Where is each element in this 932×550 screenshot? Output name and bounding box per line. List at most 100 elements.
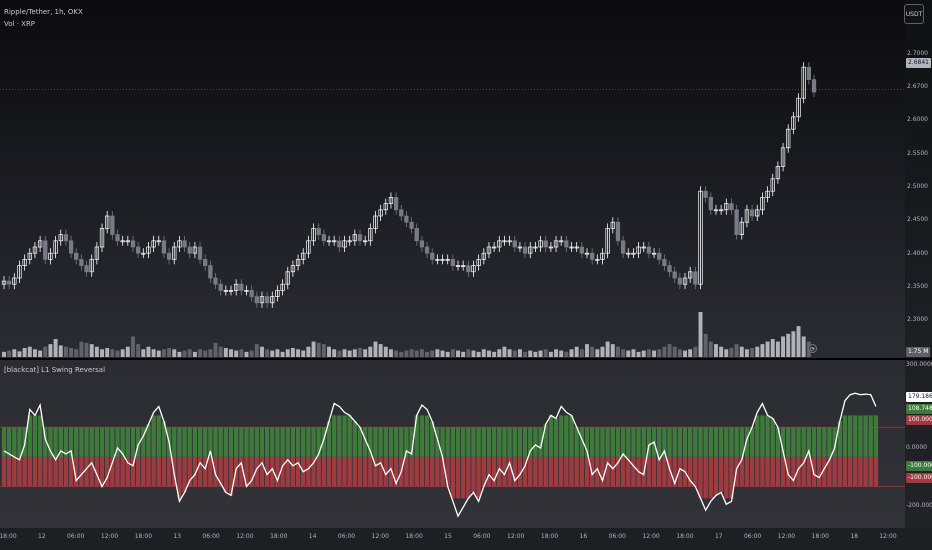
histogram-negative-bar	[332, 456, 337, 487]
candle-body	[419, 240, 425, 248]
volume-bar	[610, 344, 615, 357]
histogram-value-tag: 108.7487	[906, 404, 932, 414]
histogram-positive-bar	[32, 415, 38, 457]
histogram-negative-bar	[368, 456, 373, 487]
histogram-negative-bar	[347, 456, 352, 487]
chart-canvas[interactable]	[0, 0, 932, 550]
histogram-negative-bar	[837, 456, 842, 487]
histogram-negative-bar	[37, 456, 43, 487]
histogram-negative-bar	[259, 456, 265, 487]
volume-bar	[801, 336, 806, 357]
histogram-positive-bar	[455, 427, 461, 457]
candle-body	[264, 296, 270, 304]
indicator-legend[interactable]: [blackcat] L1 Swing Reversal	[4, 366, 105, 374]
histogram-positive-bar	[130, 427, 136, 457]
histogram-positive-bar	[187, 427, 192, 457]
lower-level-tag: -100.0000	[906, 473, 932, 483]
candle-body	[646, 246, 652, 254]
volume-bar	[84, 342, 89, 357]
histogram-negative-bar	[569, 456, 574, 487]
candle-body	[208, 265, 213, 279]
symbol-title[interactable]: Ripple/Tether, 1h, OKX	[4, 8, 83, 16]
histogram-negative-bar	[424, 456, 430, 487]
histogram-positive-bar	[801, 427, 806, 457]
volume-bar	[368, 346, 373, 357]
volume-bar	[22, 348, 27, 357]
reset-scale-icon[interactable]: ⟳	[808, 344, 817, 353]
volume-bar	[693, 346, 698, 357]
histogram-positive-bar	[693, 427, 698, 457]
candle-body	[249, 290, 254, 297]
currency-button[interactable]: USDT	[904, 4, 924, 24]
histogram-negative-bar	[430, 456, 435, 487]
volume-bar	[229, 349, 233, 357]
histogram-negative-bar	[847, 456, 853, 487]
volume-bar	[796, 326, 801, 357]
volume-bar	[492, 351, 497, 357]
histogram-positive-bar	[559, 415, 564, 457]
time-tick-label: 12:00	[507, 533, 525, 540]
candle-body	[161, 240, 167, 254]
histogram-positive-bar	[388, 427, 394, 457]
volume-bar	[373, 341, 378, 357]
candle-body	[187, 246, 192, 254]
histogram-positive-bar	[264, 427, 270, 457]
histogram-negative-bar	[533, 456, 538, 487]
volume-bar	[621, 349, 626, 357]
volume-bar	[306, 346, 311, 357]
volume-bar	[605, 341, 610, 357]
histogram-positive-bar	[172, 427, 177, 457]
volume-bar	[600, 346, 605, 357]
histogram-negative-bar	[89, 456, 94, 487]
time-tick-label: 14	[308, 533, 317, 540]
pane-divider[interactable]	[0, 358, 932, 360]
histogram-negative-bar	[466, 456, 471, 499]
histogram-negative-bar	[703, 456, 708, 499]
volume-bar	[89, 344, 94, 357]
histogram-positive-bar	[476, 427, 481, 457]
histogram-negative-bar	[806, 456, 812, 487]
histogram-positive-bar	[249, 427, 254, 457]
price-tick-label: 2.3500	[907, 283, 928, 290]
volume-bar	[218, 346, 223, 357]
volume-legend[interactable]: Vol · XRP	[4, 20, 35, 28]
candle-body	[115, 234, 120, 242]
volume-bar	[32, 349, 37, 357]
histogram-positive-bar	[275, 427, 280, 457]
volume-bar	[110, 349, 115, 357]
histogram-negative-bar	[584, 456, 590, 487]
volume-bar	[12, 349, 17, 357]
candle-body	[466, 265, 471, 273]
histogram-negative-bar	[863, 456, 868, 487]
histogram-positive-bar	[383, 427, 388, 457]
histogram-positive-bar	[373, 427, 378, 457]
volume-bar	[497, 349, 502, 357]
candle-body	[63, 234, 69, 242]
histogram-positive-bar	[213, 427, 218, 457]
volume-bar	[548, 351, 553, 357]
histogram-positive-bar	[615, 427, 621, 457]
volume-bar	[383, 346, 388, 357]
histogram-negative-bar	[718, 456, 724, 493]
candle-body	[84, 265, 89, 273]
volume-bar	[131, 336, 135, 357]
time-tick-label: 12:00	[371, 533, 389, 540]
volume-bar	[167, 348, 172, 357]
time-tick-label: 18:00	[270, 533, 288, 540]
histogram-positive-bar	[471, 427, 476, 457]
histogram-negative-bar	[553, 456, 559, 487]
candle-body	[135, 246, 141, 254]
volume-bar	[316, 342, 321, 357]
volume-bar	[337, 350, 342, 357]
histogram-positive-bar	[295, 427, 301, 457]
histogram-positive-bar	[765, 415, 770, 457]
histogram-negative-bar	[223, 456, 229, 493]
candle-body	[677, 277, 683, 285]
volume-bar	[203, 350, 208, 357]
histogram-negative-bar	[326, 456, 332, 487]
histogram-positive-bar	[698, 427, 703, 457]
histogram-positive-bar	[816, 427, 822, 457]
volume-bar	[739, 346, 744, 357]
histogram-positive-bar	[517, 427, 523, 457]
candle-body	[203, 259, 208, 266]
